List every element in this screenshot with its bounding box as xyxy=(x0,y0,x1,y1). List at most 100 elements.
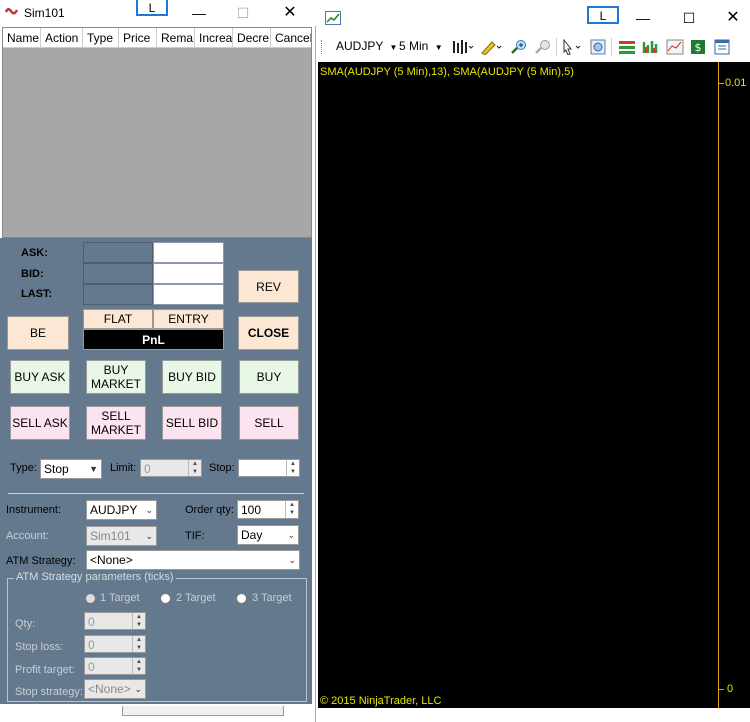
spinner-icon[interactable]: ▲ ▼ xyxy=(132,636,145,652)
title-bar: Sim101 L — ☐ ✕ xyxy=(0,0,316,26)
window-title: Sim101 xyxy=(24,6,65,20)
rev-button[interactable]: REV xyxy=(238,270,299,303)
tif-value: Day xyxy=(241,528,263,542)
data-box-icon[interactable] xyxy=(714,39,730,55)
strategies-icon[interactable] xyxy=(642,39,658,55)
sell-market-button[interactable]: SELL MARKET xyxy=(86,406,146,440)
background-window-edge xyxy=(122,706,284,716)
zoom-out-icon[interactable] xyxy=(534,39,550,55)
ask-size-cell xyxy=(83,242,153,263)
instrument-value: AUDJPY xyxy=(336,39,384,53)
profit-target-value: 0 xyxy=(88,660,95,674)
type-label: Type: xyxy=(10,462,37,474)
layout-button[interactable]: L xyxy=(136,0,168,16)
buy-market-button[interactable]: BUY MARKET xyxy=(86,360,146,394)
maximize-button[interactable]: ☐ xyxy=(674,8,704,28)
axis-tick xyxy=(718,689,724,690)
dollar-icon[interactable]: $ xyxy=(690,39,706,55)
sell-bid-button[interactable]: SELL BID xyxy=(162,406,222,440)
orders-grid[interactable]: Name Action Type Price Rema Increa Decre… xyxy=(2,27,312,238)
close-button[interactable]: ✕ xyxy=(275,3,305,23)
maximize-button[interactable]: ☐ xyxy=(228,3,258,23)
one-target-label: 1 Target xyxy=(100,592,140,604)
spinner-icon[interactable]: ▲ ▼ xyxy=(285,501,298,518)
stop-price-input[interactable]: ▲ ▼ xyxy=(238,459,300,477)
type-select[interactable]: Stop ▼ xyxy=(40,459,102,479)
col-type[interactable]: Type xyxy=(83,28,119,47)
properties-icon[interactable] xyxy=(590,39,606,55)
stop-loss-value: 0 xyxy=(88,638,95,652)
chevron-down-icon: ⌄ xyxy=(134,684,142,694)
minimize-button[interactable]: — xyxy=(184,3,214,23)
three-target-radio[interactable] xyxy=(236,593,247,604)
col-cancel[interactable]: Cancel xyxy=(271,28,311,47)
close-position-button[interactable]: CLOSE xyxy=(238,316,299,350)
qty-value: 0 xyxy=(88,615,95,629)
stop-loss-label: Stop loss: xyxy=(15,641,64,653)
chart-window-icon xyxy=(325,11,341,25)
order-entry-window: Sim101 L — ☐ ✕ Name Action Type Price Re… xyxy=(0,0,316,722)
last-label: LAST: xyxy=(21,288,53,300)
bid-size-cell xyxy=(83,263,153,284)
stop-strategy-value: <None> xyxy=(88,682,131,696)
profit-target-input[interactable]: 0 ▲ ▼ xyxy=(84,657,146,675)
sell-ask-button[interactable]: SELL ASK xyxy=(10,406,70,440)
two-target-radio[interactable] xyxy=(160,593,171,604)
cursor-icon[interactable] xyxy=(562,38,581,56)
order-qty-input[interactable]: 100 ▲ ▼ xyxy=(237,500,299,519)
instrument-select[interactable]: AUDJPY ⌄ xyxy=(86,500,157,520)
two-target-label: 2 Target xyxy=(176,592,216,604)
spinner-icon[interactable]: ▲ ▼ xyxy=(132,613,145,629)
account-value: Sim101 xyxy=(90,529,131,543)
limit-value: 0 xyxy=(144,462,151,476)
indicator-label: SMA(AUDJPY (5 Min),13), SMA(AUDJPY (5 Mi… xyxy=(320,66,574,78)
stop-strategy-select[interactable]: <None> ⌄ xyxy=(84,679,146,699)
flat-button[interactable]: FLAT xyxy=(83,309,153,329)
tif-select[interactable]: Day ⌄ xyxy=(237,525,299,545)
sell-button[interactable]: SELL xyxy=(239,406,299,440)
spinner-icon[interactable]: ▲ ▼ xyxy=(188,460,201,476)
col-remaining[interactable]: Rema xyxy=(157,28,195,47)
chevron-down-icon: ⌄ xyxy=(287,530,295,540)
svg-text:$: $ xyxy=(695,41,702,54)
drawing-tool-icon[interactable] xyxy=(480,39,502,56)
col-increase[interactable]: Increa xyxy=(195,28,233,47)
col-name[interactable]: Name xyxy=(3,28,41,47)
stop-loss-input[interactable]: 0 ▲ ▼ xyxy=(84,635,146,653)
col-decrease[interactable]: Decre xyxy=(233,28,271,47)
buy-ask-button[interactable]: BUY ASK xyxy=(10,360,70,394)
chevron-down-icon: ⌄ xyxy=(145,531,153,541)
last-price-cell xyxy=(153,284,224,305)
buy-bid-button[interactable]: BUY BID xyxy=(162,360,222,394)
minimize-button[interactable]: — xyxy=(628,8,658,28)
spinner-icon[interactable]: ▲ ▼ xyxy=(286,460,299,476)
chevron-down-icon: ▼ xyxy=(89,464,98,474)
instrument-selector[interactable]: AUDJPY ▼ xyxy=(336,39,397,53)
buy-button[interactable]: BUY xyxy=(239,360,299,394)
atm-strategy-select[interactable]: <None> ⌄ xyxy=(86,550,300,570)
qty-input[interactable]: 0 ▲ ▼ xyxy=(84,612,146,630)
col-price[interactable]: Price xyxy=(119,28,157,47)
axis-label-bottom: 0 xyxy=(727,683,734,695)
account-label: Account: xyxy=(6,530,49,542)
spinner-icon[interactable]: ▲ ▼ xyxy=(132,658,145,674)
col-action[interactable]: Action xyxy=(41,28,83,47)
account-select[interactable]: Sim101 ⌄ xyxy=(86,526,157,546)
bar-style-icon[interactable] xyxy=(452,39,474,55)
indicators-icon[interactable] xyxy=(618,39,635,55)
toolbar-separator xyxy=(611,38,612,56)
interval-selector[interactable]: 5 Min ▼ xyxy=(399,39,443,53)
entry-button[interactable]: ENTRY xyxy=(153,309,224,329)
chart-trader-icon[interactable] xyxy=(666,39,684,55)
limit-price-input[interactable]: 0 ▲ ▼ xyxy=(140,459,202,477)
chart-canvas[interactable]: SMA(AUDJPY (5 Min),13), SMA(AUDJPY (5 Mi… xyxy=(318,62,750,708)
be-button[interactable]: BE xyxy=(7,316,69,350)
last-size-cell xyxy=(83,284,153,305)
stop-label: Stop: xyxy=(209,462,235,474)
type-value: Stop xyxy=(44,462,69,476)
close-button[interactable]: ✕ xyxy=(718,8,748,28)
instrument-value: AUDJPY xyxy=(90,503,138,517)
one-target-radio[interactable] xyxy=(85,593,96,604)
layout-button[interactable]: L xyxy=(587,6,619,24)
zoom-in-icon[interactable] xyxy=(510,39,526,55)
